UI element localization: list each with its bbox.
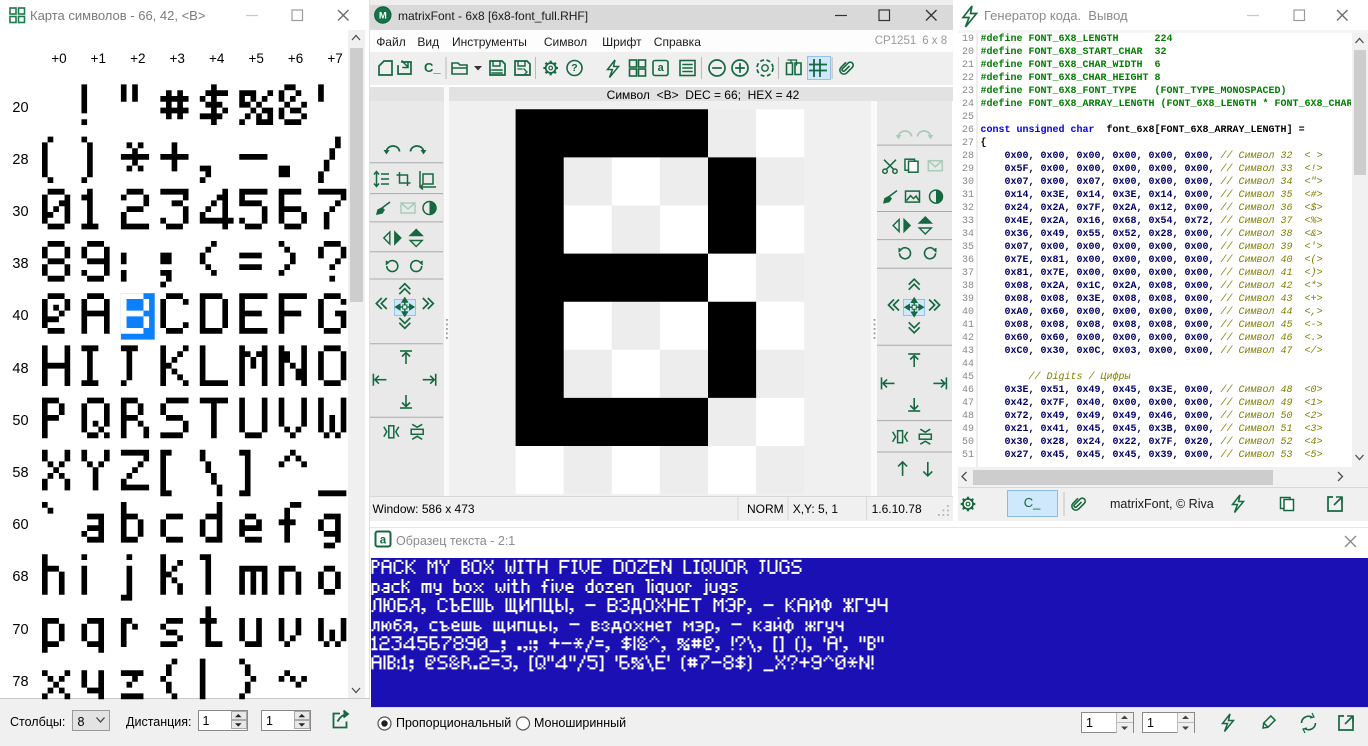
svg-text:a: a (380, 535, 387, 547)
svg-text:M: M (379, 10, 387, 21)
